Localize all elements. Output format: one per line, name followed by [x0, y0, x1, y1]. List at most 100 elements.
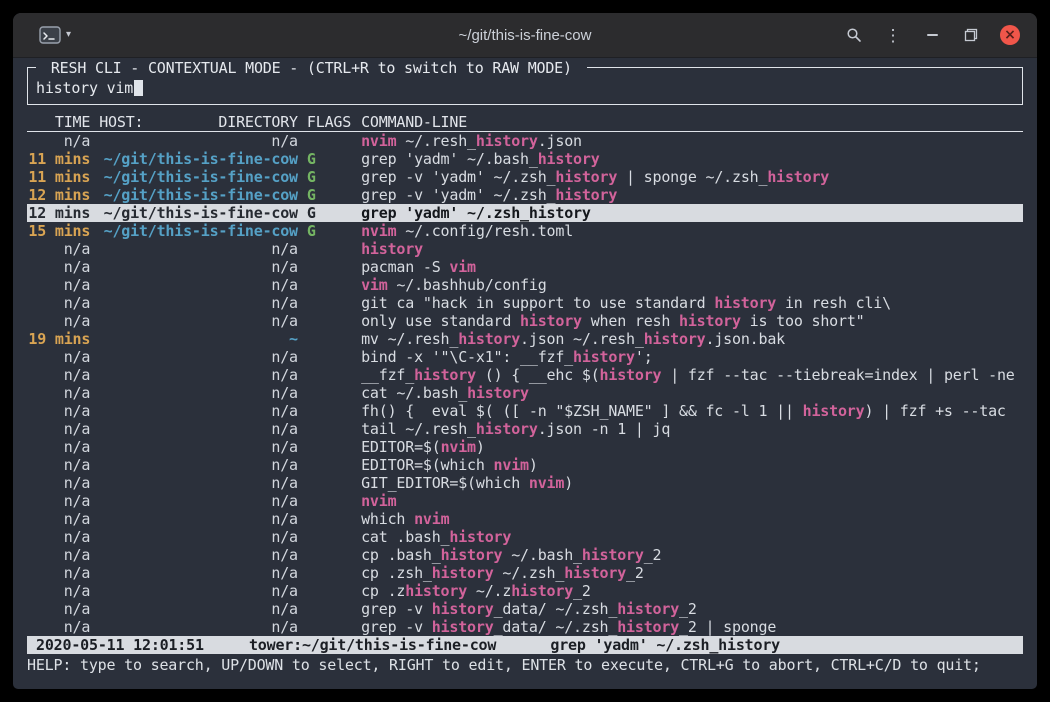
search-icon	[846, 27, 862, 43]
history-row[interactable]: 19 mins~mv ~/.resh_history.json ~/.resh_…	[27, 330, 1023, 348]
history-row[interactable]: n/an/anvim ~/.resh_history.json	[27, 132, 1023, 150]
row-command: grep 'yadm' ~/.bash_history	[361, 150, 1023, 168]
row-time: n/a	[27, 438, 90, 456]
history-row[interactable]: 11 mins ~/git/this-is-fine-cow Ggrep 'yadm…	[27, 150, 1023, 168]
status-location: tower:~/git/this-is-fine-cow	[249, 636, 496, 654]
row-directory: n/a	[99, 492, 298, 510]
row-directory: n/a	[99, 474, 298, 492]
search-query-text: history vim	[36, 79, 133, 97]
row-flags	[307, 582, 361, 600]
row-directory: ~/git/this-is-fine-cow	[99, 186, 298, 204]
row-directory: n/a	[99, 510, 298, 528]
menu-button[interactable]: ⋮	[879, 21, 907, 49]
col-flags-header: FLAGS	[307, 113, 361, 131]
row-command: cat .bash_history	[361, 528, 1023, 546]
row-flags: G	[307, 204, 361, 222]
row-flags	[307, 348, 361, 366]
search-button[interactable]	[840, 21, 868, 49]
row-command: cp .zsh_history ~/.zsh_history_2	[361, 564, 1023, 582]
history-row[interactable]: n/an/acat ~/.bash_history	[27, 384, 1023, 402]
row-command: grep -v history_data/ ~/.zsh_history_2	[361, 600, 1023, 618]
history-row[interactable]: n/an/abind -x '"\C-x1": __fzf_history';	[27, 348, 1023, 366]
row-flags: G	[307, 150, 361, 168]
history-row[interactable]: n/an/avim ~/.bashhub/config	[27, 276, 1023, 294]
minimize-icon	[927, 34, 938, 36]
history-row[interactable]: n/an/aonly use standard history when res…	[27, 312, 1023, 330]
row-command: GIT_EDITOR=$(which nvim)	[361, 474, 1023, 492]
row-flags	[307, 258, 361, 276]
terminal-content: RESH CLI - CONTEXTUAL MODE - (CTRL+R to …	[13, 58, 1037, 674]
history-row[interactable]: n/an/aEDITOR=$(nvim)	[27, 438, 1023, 456]
history-row[interactable]: 12 mins~/git/this-is-fine-cowGgrep -v 'y…	[27, 186, 1023, 204]
row-directory: n/a	[99, 294, 298, 312]
history-row[interactable]: 11 mins~/git/this-is-fine-cowGgrep -v 'y…	[27, 168, 1023, 186]
directory-label: DIRECTORY	[218, 113, 297, 131]
row-command: grep -v history_data/ ~/.zsh_history_2 |…	[361, 618, 1023, 636]
resh-box-title: RESH CLI - CONTEXTUAL MODE - (CTRL+R to …	[36, 59, 587, 77]
row-directory: n/a	[99, 420, 298, 438]
history-row[interactable]: n/an/anvim	[27, 492, 1023, 510]
history-row[interactable]: n/a n/a GIT_EDITOR=$(which nvim)	[27, 474, 1023, 492]
restore-button[interactable]	[957, 21, 985, 49]
row-flags: G	[307, 186, 361, 204]
row-flags: G	[307, 168, 361, 186]
history-row[interactable]: 15 mins~/git/this-is-fine-cowGnvim ~/.co…	[27, 222, 1023, 240]
minimize-button[interactable]	[918, 21, 946, 49]
row-time: n/a	[27, 510, 90, 528]
history-row[interactable]: n/an/agit ca "hack in support to use sta…	[27, 294, 1023, 312]
row-time: n/a	[27, 564, 90, 582]
row-flags	[307, 312, 361, 330]
row-directory: n/a	[99, 618, 298, 636]
row-flags	[307, 330, 361, 348]
history-row[interactable]: n/an/agrep -v history_data/ ~/.zsh_histo…	[27, 600, 1023, 618]
row-flags	[307, 456, 361, 474]
row-directory: n/a	[99, 402, 298, 420]
history-row[interactable]: n/an/agrep -v history_data/ ~/.zsh_histo…	[27, 618, 1023, 636]
row-directory: ~/git/this-is-fine-cow	[99, 222, 298, 240]
history-row[interactable]: n/an/apacman -S vim	[27, 258, 1023, 276]
row-time: n/a	[27, 474, 90, 492]
row-command: cp .bash_history ~/.bash_history_2	[361, 546, 1023, 564]
row-command: mv ~/.resh_history.json ~/.resh_history.…	[361, 330, 1023, 348]
search-input[interactable]: history vim	[36, 79, 1014, 97]
row-directory: ~	[99, 330, 298, 348]
row-command: fh() { eval $( ([ -n "$ZSH_NAME" ] && fc…	[361, 402, 1023, 420]
row-time: n/a	[27, 276, 90, 294]
row-time: n/a	[27, 402, 90, 420]
history-row[interactable]: n/an/acp .bash_history ~/.bash_history_2	[27, 546, 1023, 564]
history-row[interactable]: 12 mins~/git/this-is-fine-cowGgrep 'yadm…	[27, 204, 1023, 222]
row-flags	[307, 384, 361, 402]
row-directory: ~/git/this-is-fine-cow	[99, 150, 298, 168]
row-flags	[307, 528, 361, 546]
row-flags	[307, 564, 361, 582]
row-directory: n/a	[99, 132, 298, 150]
row-flags	[307, 474, 361, 492]
close-button[interactable]: ×	[996, 21, 1024, 49]
history-row[interactable]: n/an/awhich nvim	[27, 510, 1023, 528]
row-command: pacman -S vim	[361, 258, 1023, 276]
history-row[interactable]: n/an/ahistory	[27, 240, 1023, 258]
history-row[interactable]: n/an/acp .zhistory ~/.zhistory_2	[27, 582, 1023, 600]
row-command: history	[361, 240, 1023, 258]
history-row[interactable]: n/an/a__fzf_history () { __ehc $(history…	[27, 366, 1023, 384]
terminal-window: ▾ ~/git/this-is-fine-cow ⋮	[13, 13, 1037, 689]
row-time: n/a	[27, 420, 90, 438]
history-row[interactable]: n/an/atail ~/.resh_history.json -n 1 | j…	[27, 420, 1023, 438]
row-time: 12 mins	[27, 186, 90, 204]
history-row[interactable]: n/an/aEDITOR=$(which nvim)	[27, 456, 1023, 474]
history-row[interactable]: n/an/acp .zsh_history ~/.zsh_history_2	[27, 564, 1023, 582]
row-directory: n/a	[99, 528, 298, 546]
table-header: TIMEHOST:DIRECTORYFLAGSCOMMAND-LINE	[27, 113, 1023, 132]
history-row[interactable]: n/a n/a fh() { eval $( ([ -n "$ZSH_NAME" ]…	[27, 402, 1023, 420]
row-flags	[307, 438, 361, 456]
row-time: n/a	[27, 582, 90, 600]
row-time: n/a	[27, 240, 90, 258]
new-terminal-button[interactable]: ▾	[35, 24, 75, 46]
row-flags	[307, 618, 361, 636]
row-time: 11 mins	[27, 150, 90, 168]
col-directory-header: HOST:DIRECTORY	[99, 113, 298, 131]
row-command: git ca "hack in support to use standard …	[361, 294, 1023, 312]
row-flags	[307, 546, 361, 564]
resh-search-box[interactable]: RESH CLI - CONTEXTUAL MODE - (CTRL+R to …	[27, 67, 1023, 105]
history-row[interactable]: n/an/acat .bash_history	[27, 528, 1023, 546]
